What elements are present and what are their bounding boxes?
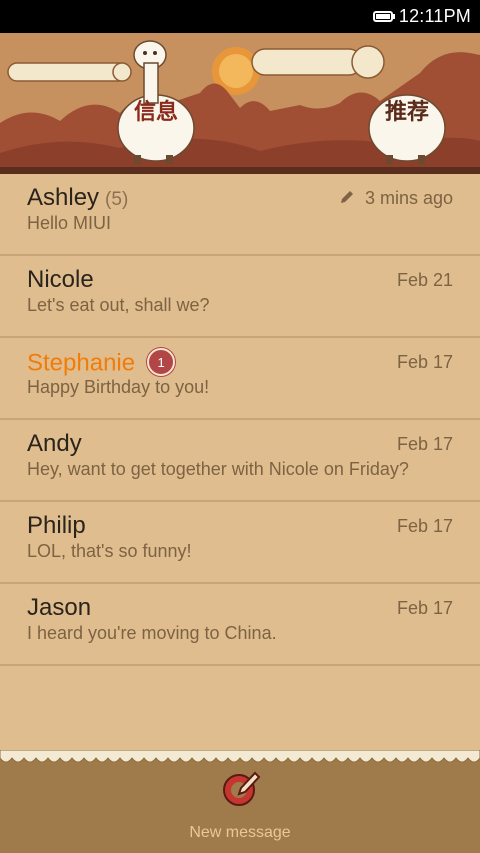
conversation-list: Ashley (5) 3 mins ago Hello MIUI Nicole F… xyxy=(0,174,480,666)
message-count: (5) xyxy=(105,189,129,210)
header-illustration: 信息 推荐 xyxy=(0,40,480,174)
bottom-bar: New message xyxy=(0,750,480,853)
message-preview: Hey, want to get together with Nicole on… xyxy=(27,459,409,479)
status-time: 12:11PM xyxy=(398,6,471,26)
unread-badge: 1 xyxy=(147,348,176,376)
draft-pencil-icon xyxy=(340,188,355,209)
conversation-row[interactable]: Ashley (5) 3 mins ago Hello MIUI xyxy=(0,174,480,256)
new-message-label[interactable]: New message xyxy=(0,824,480,842)
tab-recommend-label: 推荐 xyxy=(385,99,429,125)
contact-name: Andy xyxy=(27,430,82,457)
message-preview: Hello MIUI xyxy=(27,213,112,233)
frill-edge xyxy=(0,750,480,763)
message-date: Feb 17 xyxy=(396,352,453,372)
cloud-right xyxy=(251,45,385,79)
new-message-icon[interactable] xyxy=(219,768,261,815)
message-date: Feb 21 xyxy=(396,270,453,290)
conversation-row[interactable]: Stephanie 1 Feb 17 Happy Birthday to you! xyxy=(0,338,480,420)
contact-name: Jason xyxy=(27,594,92,621)
conversation-row[interactable]: Andy Feb 17 Hey, want to get together wi… xyxy=(0,420,480,502)
contact-name: Nicole xyxy=(27,266,94,293)
contact-name: Philip xyxy=(27,512,86,539)
contact-name: Ashley xyxy=(27,184,100,211)
message-date: Feb 17 xyxy=(396,434,453,454)
header-banner: 信息 推荐 xyxy=(0,33,480,174)
conversation-row[interactable]: Philip Feb 17 LOL, that's so funny! xyxy=(0,502,480,584)
message-preview: Let's eat out, shall we? xyxy=(27,295,210,315)
contact-name: Stephanie xyxy=(27,349,136,377)
message-date: Feb 17 xyxy=(396,598,453,618)
message-preview: I heard you're moving to China. xyxy=(27,623,277,643)
message-preview: LOL, that's so funny! xyxy=(27,541,192,561)
conversation-row[interactable]: Nicole Feb 21 Let's eat out, shall we? xyxy=(0,256,480,338)
message-date: 3 mins ago xyxy=(364,188,453,208)
tab-messages-label: 信息 xyxy=(134,99,178,125)
battery-icon xyxy=(372,11,395,22)
conversation-row[interactable]: Jason Feb 17 I heard you're moving to Ch… xyxy=(0,584,480,666)
message-preview: Happy Birthday to you! xyxy=(27,377,210,397)
status-bar: 12:11PM xyxy=(0,0,480,33)
message-date: Feb 17 xyxy=(396,516,453,536)
cloud-left xyxy=(7,62,132,82)
